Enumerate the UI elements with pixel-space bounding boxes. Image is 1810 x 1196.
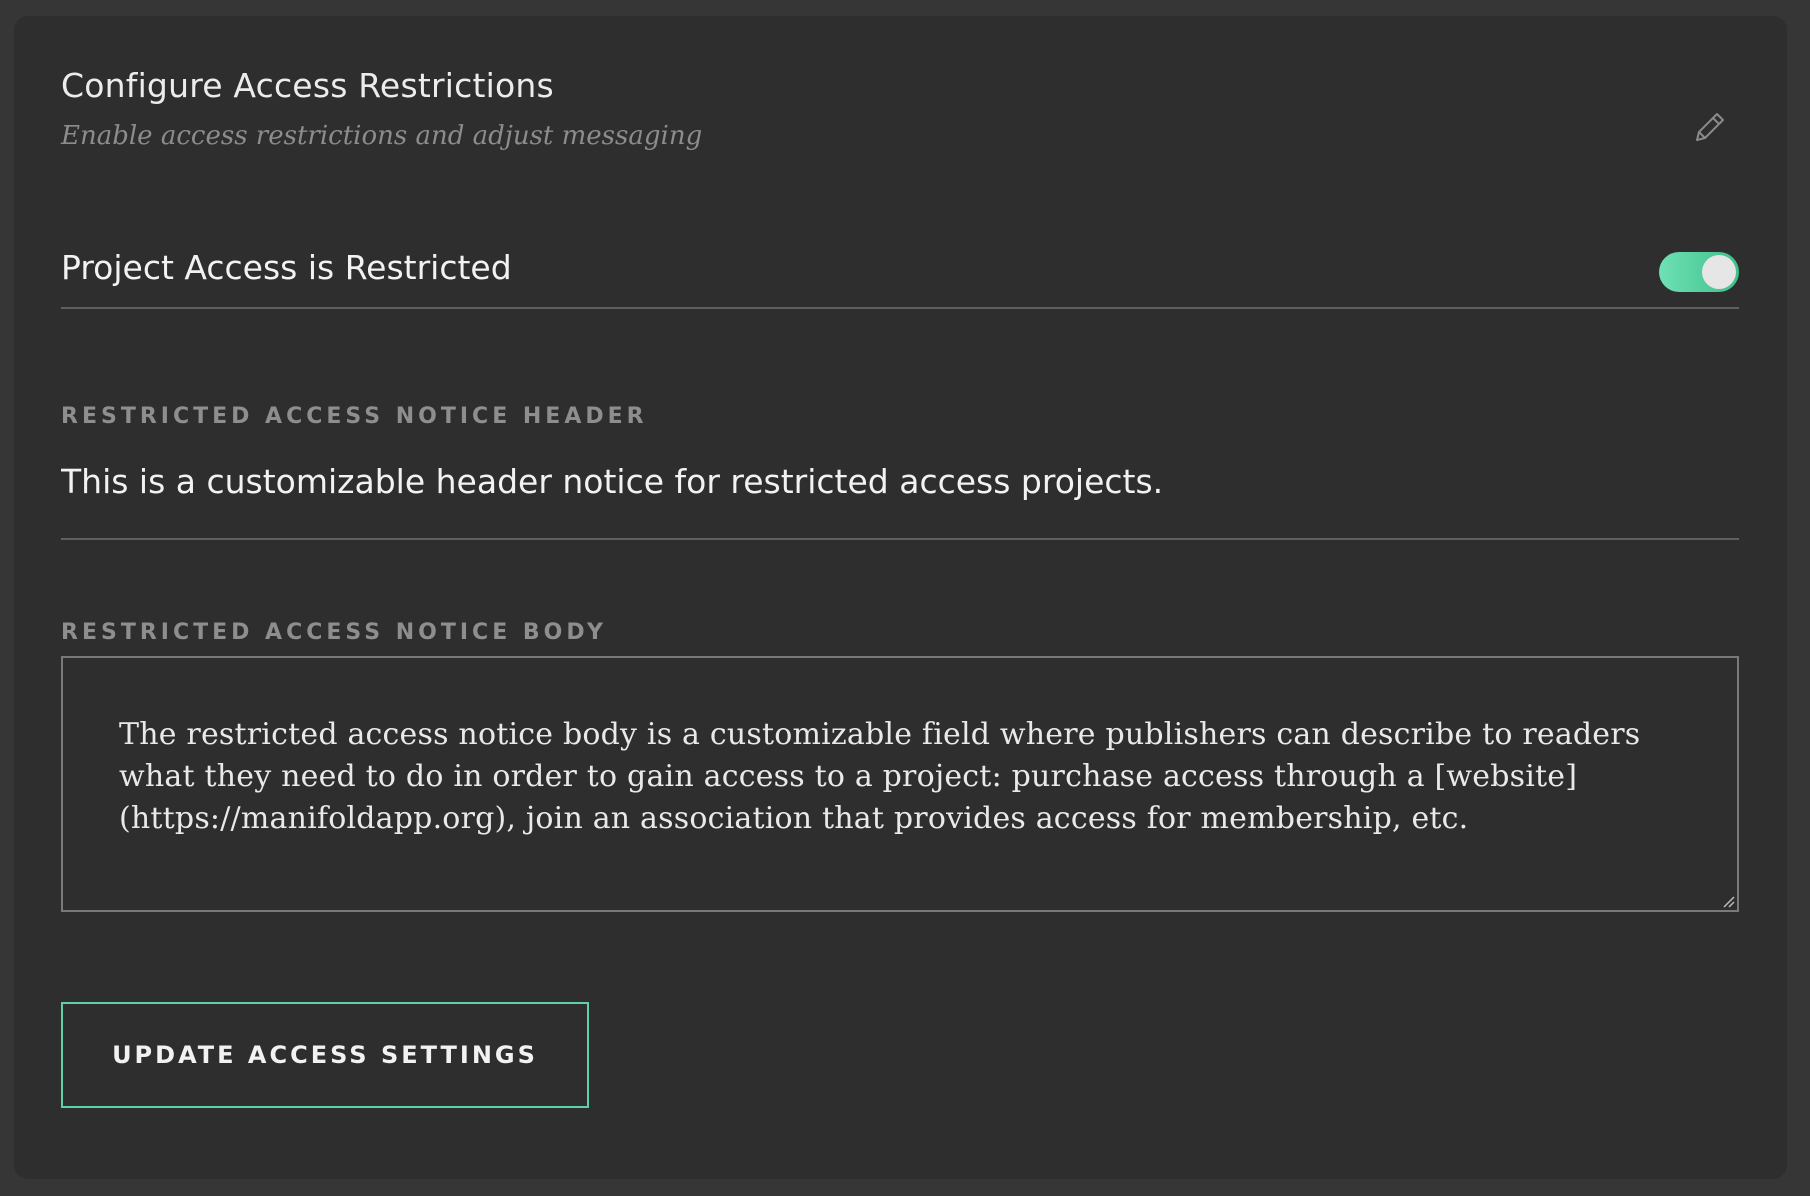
restriction-toggle-row: Project Access is Restricted	[61, 228, 1739, 309]
notice-header-label: RESTRICTED ACCESS NOTICE HEADER	[61, 404, 648, 429]
notice-body-label: RESTRICTED ACCESS NOTICE BODY	[61, 620, 607, 645]
restriction-toggle[interactable]	[1659, 252, 1739, 292]
update-access-settings-button[interactable]: UPDATE ACCESS SETTINGS	[61, 1002, 589, 1108]
panel-content: Configure Access Restrictions Enable acc…	[61, 16, 1739, 1179]
pencil-icon-graphic	[1696, 113, 1724, 141]
section-subtitle: Enable access restrictions and adjust me…	[61, 121, 703, 151]
restriction-toggle-label: Project Access is Restricted	[61, 248, 512, 287]
notice-header-field	[61, 446, 1739, 540]
notice-body-textarea[interactable]: The restricted access notice body is a c…	[61, 656, 1739, 912]
section-title: Configure Access Restrictions	[61, 66, 554, 105]
access-restrictions-panel: Configure Access Restrictions Enable acc…	[14, 16, 1787, 1179]
notice-header-input[interactable]	[61, 462, 1739, 501]
resize-handle-icon[interactable]	[1721, 894, 1735, 908]
notice-body-text: The restricted access notice body is a c…	[119, 717, 1641, 836]
toggle-knob	[1702, 255, 1736, 289]
pencil-icon[interactable]	[1691, 108, 1729, 146]
